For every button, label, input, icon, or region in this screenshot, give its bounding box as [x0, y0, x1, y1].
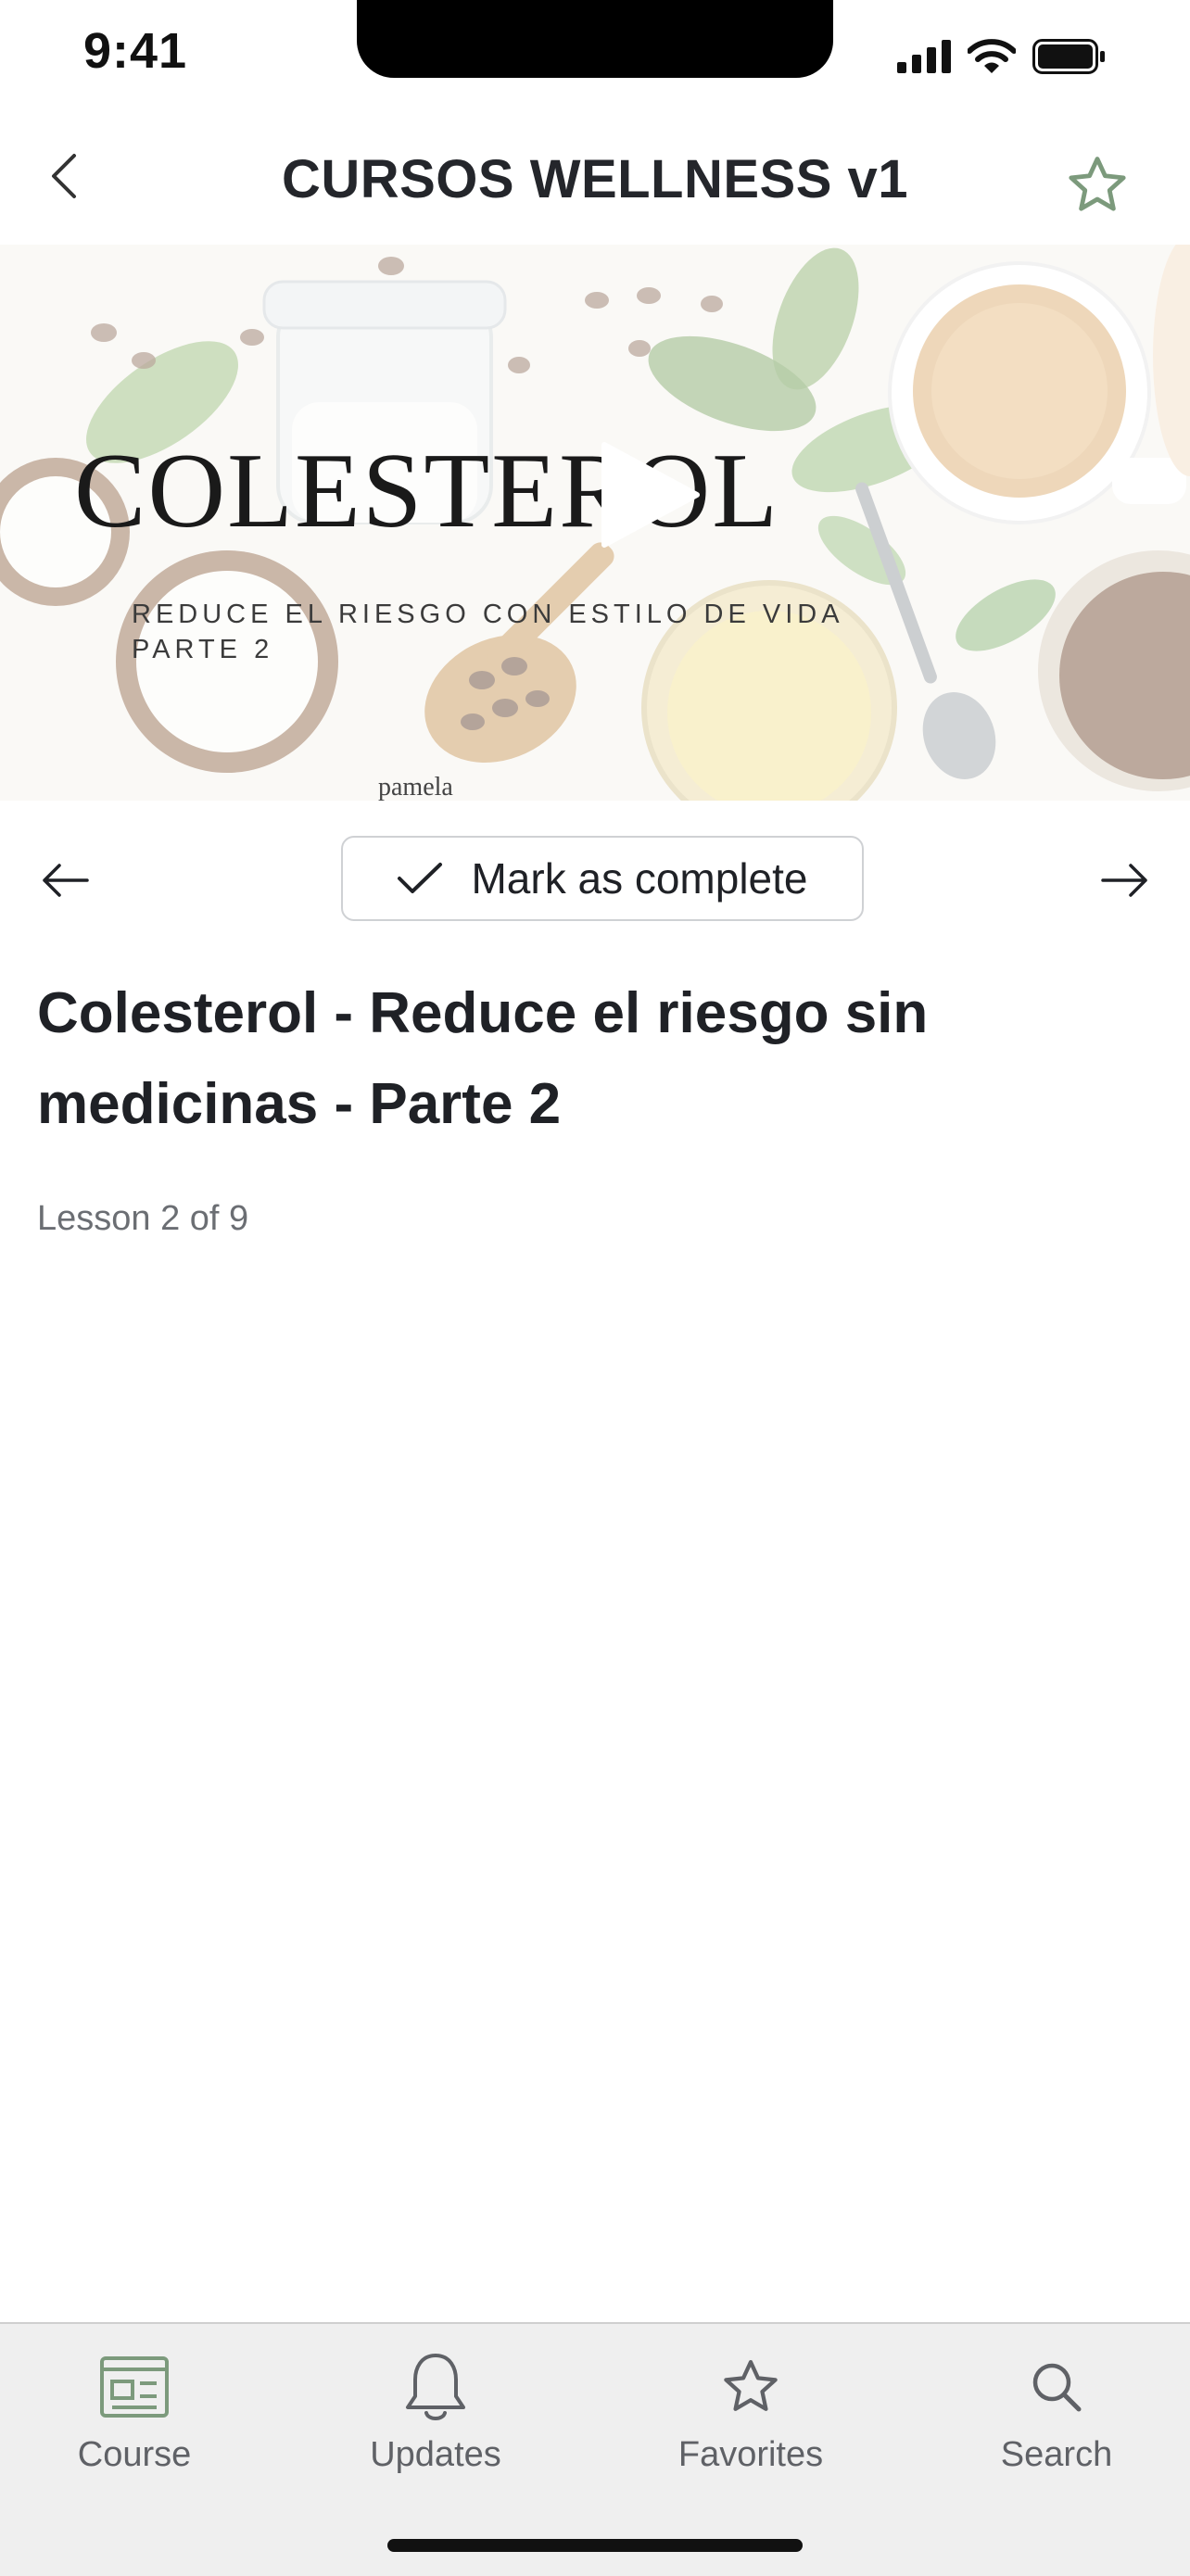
mark-as-complete-label: Mark as complete	[471, 854, 808, 903]
mark-as-complete-button[interactable]: Mark as complete	[341, 836, 864, 921]
tab-search-label: Search	[1000, 2435, 1113, 2474]
star-icon	[724, 2359, 778, 2411]
back-button[interactable]	[28, 139, 102, 213]
checkmark-icon	[398, 863, 443, 893]
cellular-signal-icon	[897, 40, 951, 73]
lesson-progress: Lesson 2 of 9	[37, 1199, 249, 1238]
wifi-icon	[968, 39, 1016, 73]
tab-course-label: Course	[77, 2435, 192, 2474]
video-thumbnail-brand: pamela	[378, 773, 453, 801]
lesson-title: Colesterol - Reduce el riesgo sin medici…	[37, 981, 929, 1136]
home-indicator[interactable]	[387, 2539, 803, 2552]
arrow-right-icon	[1101, 864, 1147, 897]
video-thumbnail-subtitle: REDUCE EL RIESGO CON ESTILO DE VIDA PART…	[132, 597, 844, 667]
favorite-button[interactable]	[1060, 148, 1134, 222]
app-header: CURSOS WELLNESS v1	[0, 120, 1190, 245]
next-lesson-button[interactable]	[1088, 843, 1162, 917]
bell-icon	[406, 2354, 465, 2420]
battery-icon	[1032, 39, 1105, 74]
star-icon	[1069, 157, 1126, 211]
tab-updates[interactable]: Updates	[324, 2352, 547, 2481]
lesson-nav: Mark as complete	[0, 834, 1190, 927]
video-thumbnail-subtitle-line1: REDUCE EL RIESGO CON ESTILO DE VIDA	[132, 600, 844, 629]
play-icon[interactable]	[593, 439, 704, 550]
status-time: 9:41	[83, 23, 188, 79]
video-thumbnail-subtitle-line2: PARTE 2	[132, 635, 274, 664]
device-notch	[357, 0, 833, 78]
tab-course[interactable]: Course	[23, 2352, 246, 2481]
tab-favorites[interactable]: Favorites	[639, 2352, 862, 2481]
search-icon	[1032, 2363, 1082, 2412]
status-icons	[897, 35, 1107, 78]
course-icon	[100, 2356, 169, 2418]
lesson-video-player[interactable]: COLESTEROL REDUCE EL RIESGO CON ESTILO D…	[0, 245, 1190, 801]
tab-search[interactable]: Search	[945, 2352, 1168, 2481]
tab-updates-label: Updates	[370, 2435, 501, 2474]
chevron-left-icon	[52, 154, 76, 198]
bottom-tab-bar: Course Updates Favorites Search	[0, 2322, 1190, 2576]
page-title: CURSOS WELLNESS v1	[281, 149, 909, 209]
status-bar: 9:41	[0, 0, 1190, 93]
previous-lesson-button[interactable]	[28, 843, 102, 917]
arrow-left-icon	[43, 864, 89, 897]
tab-favorites-label: Favorites	[677, 2435, 824, 2474]
